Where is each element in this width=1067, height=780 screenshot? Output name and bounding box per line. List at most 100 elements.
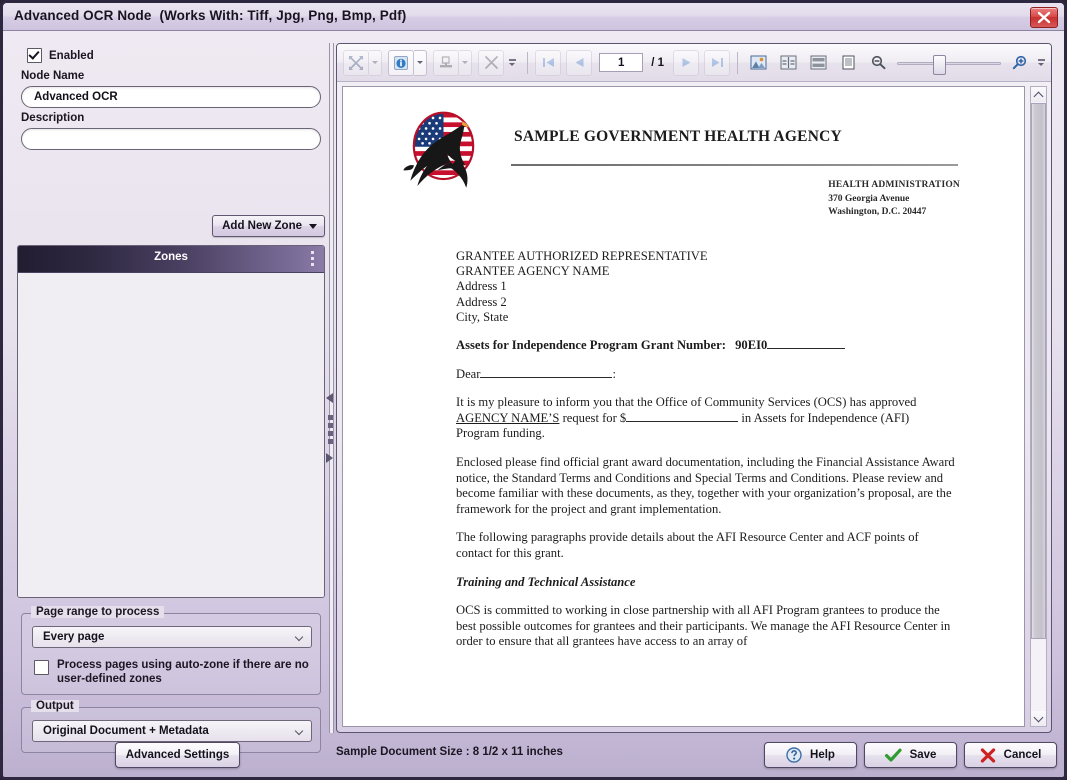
- splitter-collapse-right-button[interactable]: [326, 453, 333, 463]
- zoom-out-button[interactable]: [865, 50, 891, 76]
- enabled-checkbox-row[interactable]: Enabled: [27, 48, 94, 63]
- page-count-label: / 1: [651, 57, 664, 69]
- help-label: Help: [810, 749, 835, 761]
- node-name-input[interactable]: [21, 86, 321, 108]
- splitter-grip[interactable]: [327, 415, 333, 447]
- help-circle-icon: [786, 747, 802, 763]
- para1-agency-name: AGENCY NAME’S: [456, 410, 560, 425]
- page-total: 1: [657, 56, 664, 69]
- advanced-settings-button[interactable]: Advanced Settings: [115, 742, 240, 768]
- page-separator: /: [651, 56, 655, 69]
- annotation-info-button[interactable]: [388, 49, 414, 76]
- page-range-groupbox: Page range to process Every page Process…: [21, 606, 321, 695]
- fit-width-button[interactable]: [805, 50, 831, 76]
- enabled-checkbox[interactable]: [27, 48, 42, 63]
- recipient-line-5: City, State: [456, 309, 509, 324]
- chevron-down-icon: [1038, 62, 1044, 66]
- cancel-button[interactable]: Cancel: [964, 742, 1057, 768]
- recipient-line-3: Address 1: [456, 279, 507, 294]
- previous-page-button[interactable]: [566, 49, 593, 76]
- next-page-button[interactable]: [673, 49, 699, 76]
- letterhead-address: HEALTH ADMINISTRATION 370 Georgia Avenue…: [828, 179, 960, 220]
- recipient-line-2: GRANTEE AGENCY NAME: [456, 264, 610, 279]
- auto-zone-label: Process pages using auto-zone if there a…: [57, 658, 309, 686]
- fit-image-button[interactable]: [745, 50, 771, 76]
- zones-title: Zones: [154, 251, 188, 263]
- delete-annotation-button[interactable]: [478, 49, 504, 76]
- zoom-slider-thumb[interactable]: [933, 54, 947, 75]
- address-line-1: HEALTH ADMINISTRATION: [828, 180, 960, 190]
- last-page-button[interactable]: [704, 49, 730, 76]
- grant-number-blank: [767, 348, 846, 350]
- toolbar-overflow-icon[interactable]: [506, 52, 518, 74]
- dialog-client-area: Enabled Node Name Description Add New Zo…: [3, 31, 1064, 777]
- enabled-label: Enabled: [49, 49, 94, 62]
- page-range-select[interactable]: Every page: [32, 626, 312, 648]
- stamp-tool-button[interactable]: [433, 49, 459, 76]
- x-icon: [980, 747, 996, 763]
- info-circle-icon: [394, 55, 408, 70]
- actual-size-button[interactable]: [835, 50, 861, 76]
- scrollbar-thumb[interactable]: [1031, 103, 1046, 639]
- chevron-down-icon: [296, 634, 305, 640]
- save-label: Save: [909, 749, 937, 761]
- add-new-zone-label: Add New Zone: [222, 220, 302, 232]
- chevron-down-icon: [309, 223, 317, 229]
- first-page-button[interactable]: [535, 49, 562, 76]
- scroll-up-button[interactable]: [1031, 87, 1046, 102]
- zones-list-box: Zones: [17, 245, 325, 598]
- page-number-input[interactable]: 1: [599, 53, 644, 72]
- check-icon: [884, 748, 902, 763]
- output-title: Output: [31, 700, 79, 712]
- help-button[interactable]: Help: [764, 742, 857, 768]
- splitter-bar: [329, 43, 334, 733]
- window-titlebar: Advanced OCR Node (Works With: Tiff, Jpg,…: [3, 3, 1064, 31]
- salutation-blank: [480, 376, 613, 378]
- stamp-icon: [440, 55, 452, 67]
- salutation-line: Dear:: [456, 367, 986, 383]
- zoom-slider[interactable]: [895, 51, 1003, 75]
- auto-zone-checkbox[interactable]: [34, 660, 49, 675]
- grant-number-value: 90EI0: [735, 338, 768, 353]
- status-text: Sample Document Size : 8 1/2 x 11 inches: [336, 746, 563, 758]
- chevron-down-icon: [417, 61, 423, 64]
- panel-splitter[interactable]: [325, 43, 336, 733]
- page-icon: [842, 55, 854, 70]
- add-new-zone-button[interactable]: Add New Zone: [212, 215, 325, 237]
- salutation-text: Dear: [456, 366, 481, 381]
- zones-list-body[interactable]: [18, 273, 324, 597]
- para1-part-b: request for $: [559, 410, 627, 425]
- splitter-collapse-left-button[interactable]: [326, 393, 333, 403]
- auto-zone-checkbox-row[interactable]: Process pages using auto-zone if there a…: [34, 658, 309, 686]
- stamp-tool-dropdown[interactable]: [459, 49, 472, 76]
- pan-tool-dropdown[interactable]: [369, 49, 382, 76]
- agency-title: SAMPLE GOVERNMENT HEALTH AGENCY: [514, 128, 842, 145]
- zoom-in-button[interactable]: [1007, 50, 1033, 76]
- address-line-3: Washington, D.C. 20447: [828, 207, 927, 217]
- fit-page-icon: [780, 55, 796, 70]
- window-title-main: Advanced OCR Node: [14, 8, 152, 23]
- image-icon: [750, 55, 766, 70]
- scroll-down-button[interactable]: [1031, 711, 1046, 726]
- annotation-info-dropdown[interactable]: [414, 49, 427, 76]
- description-input[interactable]: [21, 128, 321, 150]
- fit-page-button[interactable]: [775, 50, 801, 76]
- chevron-up-icon: [1033, 91, 1044, 101]
- advanced-settings-label: Advanced Settings: [125, 749, 230, 761]
- pan-tool-button[interactable]: [343, 49, 369, 76]
- document-vertical-scrollbar[interactable]: [1030, 86, 1047, 727]
- kebab-menu-icon[interactable]: [311, 251, 315, 269]
- cancel-label: Cancel: [1003, 749, 1042, 761]
- page-range-value: Every page: [43, 631, 105, 643]
- document-page-area[interactable]: SAMPLE GOVERNMENT HEALTH AGENCY HEALTH A…: [342, 86, 1025, 727]
- chevron-down-icon: [1033, 712, 1044, 722]
- previous-page-icon: [575, 58, 584, 67]
- window-title-suffix: (Works With: Tiff, Jpg, Png, Bmp, Pdf): [159, 8, 407, 23]
- auto-zone-label-line2: user-defined zones: [57, 673, 162, 685]
- save-button[interactable]: Save: [864, 742, 957, 768]
- page-range-title: Page range to process: [31, 606, 165, 618]
- toolbar-overflow-icon-right[interactable]: [1035, 52, 1047, 74]
- node-name-label: Node Name: [21, 70, 85, 82]
- close-window-button[interactable]: [1030, 7, 1058, 28]
- document-viewer-panel: 1 / 1 SAMPLE GOVERNMENT HEALTH AGENCY HE…: [336, 43, 1052, 733]
